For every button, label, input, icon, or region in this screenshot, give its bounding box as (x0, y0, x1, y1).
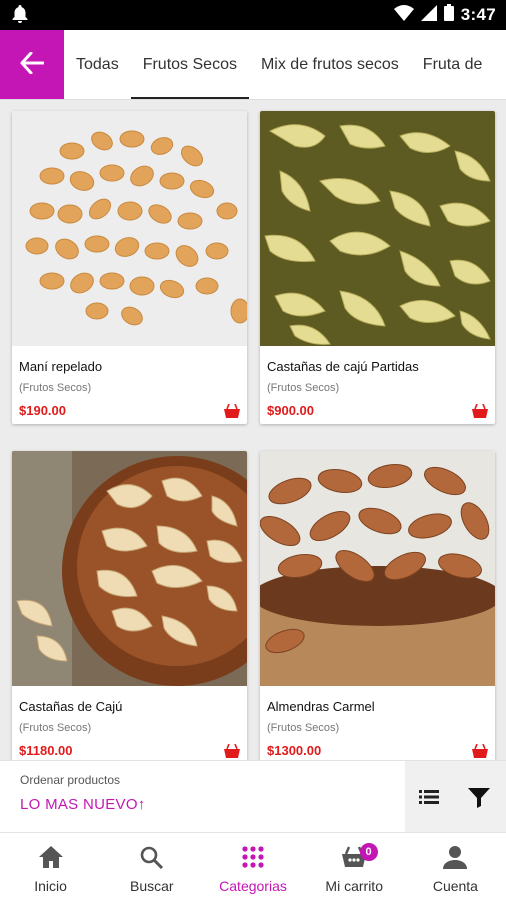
sort-value: LO MAS NUEVO↑ (20, 796, 146, 813)
product-image-cashews-bowl (12, 451, 247, 686)
product-card[interactable]: Maní repelado (Frutos Secos) $190.00 (12, 111, 247, 424)
list-icon (415, 790, 443, 815)
product-name: Almendras Carmel (267, 699, 375, 714)
nav-label: Inicio (34, 878, 67, 894)
product-card[interactable]: Castañas de cajú Partidas (Frutos Secos)… (260, 111, 495, 424)
nav-label: Buscar (130, 878, 174, 894)
status-bar: 3:47 (0, 0, 506, 30)
nav-mi-carrito[interactable]: 0 Mi carrito (304, 833, 405, 900)
grid-dots-icon (241, 845, 265, 874)
product-category: (Frutos Secos) (267, 722, 340, 734)
person-icon (443, 845, 468, 874)
product-grid: Maní repelado (Frutos Secos) $190.00 Cas… (0, 100, 506, 760)
sort-selector[interactable]: Ordenar productos LO MAS NUEVO↑ (0, 761, 405, 833)
nav-label: Cuenta (432, 878, 478, 894)
add-to-cart-basket-icon[interactable] (472, 743, 488, 760)
view-options (405, 761, 506, 833)
bottom-navigation: Inicio Buscar Categorias 0 Mi carrito Cu… (0, 832, 506, 900)
product-price: $190.00 (19, 403, 66, 418)
product-name: Maní repelado (19, 359, 103, 374)
list-view-button[interactable] (415, 783, 443, 816)
tab-fruta[interactable]: Fruta de (411, 30, 495, 99)
filter-button[interactable] (465, 783, 493, 816)
product-category: (Frutos Secos) (267, 382, 340, 394)
home-icon (38, 845, 64, 874)
product-card[interactable]: Almendras Carmel (Frutos Secos) $1300.00 (260, 451, 495, 760)
tab-frutos-secos[interactable]: Frutos Secos (130, 30, 250, 99)
product-image-broken-cashews (260, 111, 495, 346)
battery-icon (443, 4, 454, 26)
product-name: Castañas de Cajú (19, 699, 123, 714)
product-price: $1300.00 (267, 743, 322, 758)
sort-label: Ordenar productos (20, 773, 121, 787)
product-category: (Frutos Secos) (19, 722, 92, 734)
notification-bell-icon (12, 5, 28, 29)
product-price: $900.00 (267, 403, 314, 418)
product-price: $1180.00 (19, 743, 73, 758)
status-time: 3:47 (460, 5, 496, 24)
product-image-peanuts (12, 111, 247, 346)
signal-icon (420, 4, 437, 26)
add-to-cart-basket-icon[interactable] (224, 743, 240, 760)
product-card[interactable]: Castañas de Cajú (Frutos Secos) $1180.00 (12, 451, 247, 760)
nav-inicio[interactable]: Inicio (0, 833, 101, 900)
nav-categorias[interactable]: Categorias (202, 833, 303, 900)
cart-count-badge: 0 (359, 843, 378, 861)
add-to-cart-basket-icon[interactable] (472, 403, 488, 423)
nav-label: Mi carrito (325, 878, 383, 894)
add-to-cart-basket-icon[interactable] (224, 403, 240, 423)
product-category: (Frutos Secos) (19, 382, 92, 394)
search-icon (139, 845, 165, 874)
tab-todas[interactable]: Todas (64, 30, 131, 99)
wifi-icon (393, 4, 414, 26)
nav-label: Categorias (219, 878, 287, 894)
sort-bar: Ordenar productos LO MAS NUEVO↑ (0, 760, 506, 833)
back-button[interactable] (0, 30, 64, 99)
product-image-almonds (260, 451, 495, 686)
nav-buscar[interactable]: Buscar (101, 833, 202, 900)
filter-icon (465, 788, 493, 815)
tab-mix-de-frutos-secos[interactable]: Mix de frutos secos (249, 30, 411, 99)
arrow-left-icon (20, 51, 45, 79)
category-tab-bar: Todas Frutos Secos Mix de frutos secos F… (0, 30, 506, 100)
tabs: Todas Frutos Secos Mix de frutos secos F… (64, 30, 495, 99)
nav-cuenta[interactable]: Cuenta (405, 833, 506, 900)
product-name: Castañas de cajú Partidas (267, 359, 419, 374)
